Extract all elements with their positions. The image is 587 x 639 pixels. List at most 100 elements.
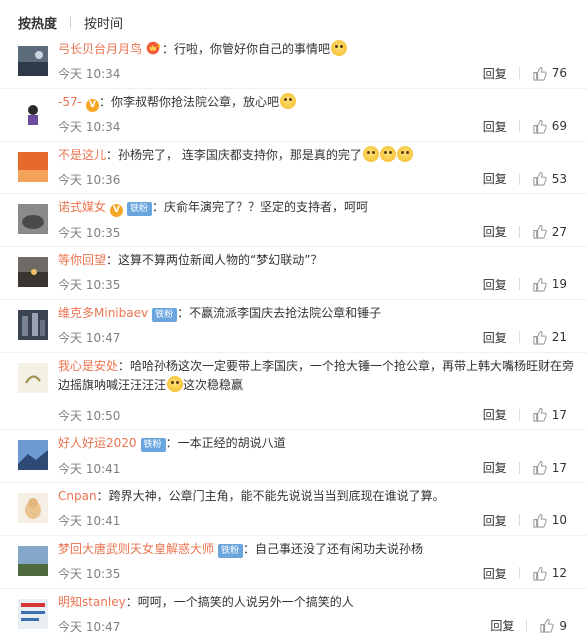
comment-username[interactable]: 好人好运2020 — [58, 436, 137, 450]
comment-item: 我心是安处：哈哈孙杨这次一定要带上李国庆，一个抢大锤一个抢公章，再带上韩大嘴杨旺… — [0, 353, 587, 431]
comment-username[interactable]: 弓长贝台月月鸟 — [58, 42, 142, 56]
emoji-icon — [167, 375, 184, 392]
comment-body: -57- V ：你李叔帮你抢法院公章，放心吧 — [58, 92, 577, 112]
reply-button[interactable]: 回复 — [483, 406, 507, 423]
like-button[interactable]: 9 — [539, 618, 567, 634]
like-count: 17 — [551, 460, 567, 475]
like-count: 76 — [551, 66, 567, 81]
reply-button[interactable]: 回复 — [483, 459, 507, 476]
comment-meta: 今天 10:41 回复 10 — [58, 513, 577, 529]
comment-panel: 按热度 按时间 弓长贝台月月鸟 ：行啦，你管好你自己的事情吧 今天 10:34 回复 7… — [0, 0, 587, 639]
comment-text: 庆俞年演完了？？坚定的支持者，呵呵 — [164, 200, 369, 215]
like-count: 12 — [551, 566, 567, 581]
action-divider — [518, 461, 520, 474]
comment-time: 今天 10:35 — [58, 567, 121, 582]
comment-username[interactable]: 维克多Minibaev — [58, 306, 148, 320]
like-button[interactable]: 27 — [532, 224, 567, 239]
action-divider — [518, 567, 520, 580]
comment-text: 孙杨完了， 连李国庆都支持你，那是真的完了 — [118, 147, 362, 162]
avatar[interactable] — [18, 493, 48, 524]
comment-meta: 今天 10:34 回复 69 — [58, 119, 577, 135]
like-button[interactable]: 12 — [532, 566, 567, 581]
colon-separator: ： — [118, 358, 131, 373]
reply-button[interactable]: 回复 — [483, 170, 507, 187]
comment-actions: 回复 19 — [483, 276, 567, 293]
action-divider — [518, 278, 520, 291]
comment-username[interactable]: 诺式媒女 — [58, 200, 106, 214]
comment-body: Cnpan：跨界大神，公章门主角，能不能先说说当当到底现在谁说了算。 — [58, 487, 577, 506]
reply-button[interactable]: 回复 — [483, 565, 507, 582]
emoji-icon — [331, 40, 348, 56]
thumbs-up-icon — [532, 513, 552, 528]
colon-separator: ： — [98, 94, 111, 109]
comment-time: 今天 10:47 — [58, 331, 121, 346]
like-count: 19 — [551, 277, 567, 292]
like-button[interactable]: 76 — [532, 66, 567, 81]
comment-item: 维克多Minibaev 铁粉 ：不赢流派李国庆去抢法院公章和锤子 今天 10:47 回复… — [0, 300, 587, 353]
reply-button[interactable]: 回复 — [483, 276, 507, 293]
like-count: 9 — [559, 618, 567, 633]
thumbs-up-icon — [532, 566, 552, 581]
comment-meta: 今天 10:34 回复 76 — [58, 66, 577, 82]
avatar[interactable] — [18, 362, 48, 393]
fan-badge: 铁粉 — [152, 307, 178, 322]
comment-text: 不赢流派李国庆去抢法院公章和锤子 — [189, 305, 382, 320]
comment-body: 梦回大唐武则天女皇解惑大师 铁粉 ：自己事还没了还有闲功夫说孙杨 — [58, 540, 577, 559]
verified-badge-icon: V — [110, 204, 124, 218]
like-button[interactable]: 69 — [532, 119, 567, 134]
reply-button[interactable]: 回复 — [483, 512, 507, 529]
comment-username[interactable]: -57- — [58, 95, 82, 109]
reply-button[interactable]: 回复 — [483, 223, 507, 240]
comment-meta: 今天 10:35 回复 19 — [58, 277, 577, 293]
reply-button[interactable]: 回复 — [483, 329, 507, 346]
action-divider — [518, 331, 520, 344]
sort-by-hot-tab[interactable]: 按热度 — [18, 13, 57, 32]
comment-list: 弓长贝台月月鸟 ：行啦，你管好你自己的事情吧 今天 10:34 回复 76 -57- V ：你… — [0, 36, 587, 639]
avatar[interactable] — [18, 151, 48, 182]
like-button[interactable]: 19 — [532, 277, 567, 292]
reply-button[interactable]: 回复 — [483, 118, 507, 135]
comment-text: 跨界大神，公章门主角，能不能先说说当当到底现在谁说了算。 — [108, 489, 445, 504]
avatar[interactable] — [18, 257, 48, 288]
comment-actions: 回复 10 — [483, 512, 567, 529]
like-button[interactable]: 10 — [532, 513, 567, 528]
colon-separator: ： — [162, 42, 175, 56]
comment-item: 诺式媒女 V 铁粉 ：庆俞年演完了？？坚定的支持者，呵呵 今天 10:35 回复 27 — [0, 194, 587, 248]
comment-meta: 今天 10:35 回复 27 — [58, 224, 577, 240]
comment-actions: 回复 17 — [483, 406, 567, 423]
comment-time: 今天 10:47 — [58, 619, 121, 634]
comment-username[interactable]: 我心是安处 — [58, 359, 118, 373]
fan-badge: 铁粉 — [140, 438, 166, 453]
like-count: 27 — [551, 224, 567, 239]
like-button[interactable]: 53 — [532, 171, 567, 186]
comment-actions: 回复 17 — [483, 459, 567, 476]
avatar[interactable] — [18, 598, 48, 629]
comment-time: 今天 10:36 — [58, 172, 121, 187]
comment-username[interactable]: 等你回望 — [58, 253, 106, 267]
avatar[interactable] — [18, 204, 48, 235]
like-button[interactable]: 17 — [532, 407, 567, 422]
comment-username[interactable]: 梦回大唐武则天女皇解惑大师 — [58, 542, 214, 556]
reply-button[interactable]: 回复 — [490, 617, 514, 634]
reply-button[interactable]: 回复 — [483, 65, 507, 82]
comment-body: 明知stanley：呵呵，一个搞笑的人说另外一个搞笑的人 — [58, 593, 577, 612]
comment-username[interactable]: Cnpan — [58, 489, 97, 503]
comment-item: 等你回望：这算不算两位新闻人物的“梦幻联动”？ 今天 10:35 回复 19 — [0, 247, 587, 300]
comment-time: 今天 10:34 — [58, 67, 121, 82]
emoji-icon — [279, 92, 296, 109]
avatar[interactable] — [18, 98, 48, 129]
like-button[interactable]: 17 — [532, 460, 567, 475]
avatar[interactable] — [18, 545, 48, 576]
avatar[interactable] — [18, 309, 48, 340]
action-divider — [526, 619, 528, 632]
sort-by-time-tab[interactable]: 按时间 — [84, 13, 123, 32]
like-button[interactable]: 21 — [532, 330, 567, 345]
avatar[interactable] — [18, 46, 48, 76]
comment-username[interactable]: 明知stanley — [58, 595, 126, 609]
avatar[interactable] — [18, 440, 48, 471]
comment-item: 好人好运2020 铁粉 ：一本正经的胡说八道 今天 10:41 回复 17 — [0, 430, 587, 484]
fan-badge: 铁粉 — [218, 543, 244, 558]
comment-actions: 回复 53 — [483, 170, 567, 187]
thumbs-up-icon — [532, 407, 552, 422]
comment-username[interactable]: 不是这儿 — [58, 148, 106, 162]
